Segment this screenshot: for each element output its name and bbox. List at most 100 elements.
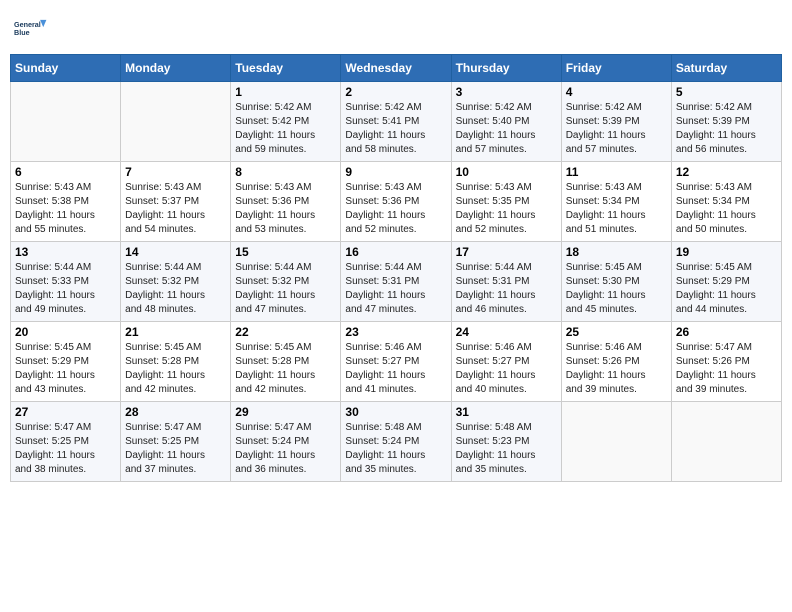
day-info: Sunrise: 5:46 AM Sunset: 5:27 PM Dayligh… xyxy=(345,341,446,397)
day-info: Sunrise: 5:43 AM Sunset: 5:38 PM Dayligh… xyxy=(15,181,116,237)
day-info: Sunrise: 5:47 AM Sunset: 5:25 PM Dayligh… xyxy=(125,421,226,477)
calendar-body: 1Sunrise: 5:42 AM Sunset: 5:42 PM Daylig… xyxy=(11,82,782,482)
day-info: Sunrise: 5:44 AM Sunset: 5:31 PM Dayligh… xyxy=(345,261,446,317)
calendar-cell: 30 Sunrise: 5:48 AM Sunset: 5:24 PM Dayli… xyxy=(341,402,451,482)
day-info: Sunrise: 5:44 AM Sunset: 5:32 PM Dayligh… xyxy=(235,261,336,317)
calendar-header: SundayMondayTuesdayWednesdayThursdayFrid… xyxy=(11,55,782,82)
day-number: 20 xyxy=(15,325,116,339)
svg-text:General: General xyxy=(14,20,41,29)
day-number: 14 xyxy=(125,245,226,259)
calendar-cell xyxy=(121,82,231,162)
day-number: 6 xyxy=(15,165,116,179)
day-info: Sunrise: 5:43 AM Sunset: 5:35 PM Dayligh… xyxy=(456,181,557,237)
day-number: 5 xyxy=(676,85,777,99)
day-number: 26 xyxy=(676,325,777,339)
day-number: 24 xyxy=(456,325,557,339)
day-info: Sunrise: 5:43 AM Sunset: 5:36 PM Dayligh… xyxy=(345,181,446,237)
calendar-cell: 7Sunrise: 5:43 AM Sunset: 5:37 PM Daylig… xyxy=(121,162,231,242)
day-info: Sunrise: 5:46 AM Sunset: 5:27 PM Dayligh… xyxy=(456,341,557,397)
calendar-cell: 6 Sunrise: 5:43 AM Sunset: 5:38 PM Daylig… xyxy=(11,162,121,242)
calendar-cell: 5Sunrise: 5:42 AM Sunset: 5:39 PM Daylig… xyxy=(671,82,781,162)
day-number: 13 xyxy=(15,245,116,259)
page-header: GeneralBlue xyxy=(10,10,782,46)
day-number: 10 xyxy=(456,165,557,179)
day-number: 23 xyxy=(345,325,446,339)
day-info: Sunrise: 5:45 AM Sunset: 5:28 PM Dayligh… xyxy=(125,341,226,397)
calendar-cell: 23 Sunrise: 5:46 AM Sunset: 5:27 PM Dayli… xyxy=(341,322,451,402)
day-number: 25 xyxy=(566,325,667,339)
day-number: 16 xyxy=(345,245,446,259)
day-info: Sunrise: 5:48 AM Sunset: 5:23 PM Dayligh… xyxy=(456,421,557,477)
day-number: 8 xyxy=(235,165,336,179)
header-tuesday: Tuesday xyxy=(231,55,341,82)
calendar-cell: 27 Sunrise: 5:47 AM Sunset: 5:25 PM Dayli… xyxy=(11,402,121,482)
header-friday: Friday xyxy=(561,55,671,82)
calendar-cell xyxy=(11,82,121,162)
day-info: Sunrise: 5:42 AM Sunset: 5:42 PM Dayligh… xyxy=(235,101,336,157)
week-row-3: 13 Sunrise: 5:44 AM Sunset: 5:33 PM Dayli… xyxy=(11,242,782,322)
day-number: 27 xyxy=(15,405,116,419)
day-info: Sunrise: 5:47 AM Sunset: 5:25 PM Dayligh… xyxy=(15,421,116,477)
calendar-cell: 12Sunrise: 5:43 AM Sunset: 5:34 PM Dayli… xyxy=(671,162,781,242)
day-info: Sunrise: 5:47 AM Sunset: 5:26 PM Dayligh… xyxy=(676,341,777,397)
calendar-cell: 29 Sunrise: 5:47 AM Sunset: 5:24 PM Dayli… xyxy=(231,402,341,482)
day-info: Sunrise: 5:43 AM Sunset: 5:36 PM Dayligh… xyxy=(235,181,336,237)
logo-icon: GeneralBlue xyxy=(14,10,50,46)
calendar-cell: 21 Sunrise: 5:45 AM Sunset: 5:28 PM Dayli… xyxy=(121,322,231,402)
day-info: Sunrise: 5:44 AM Sunset: 5:32 PM Dayligh… xyxy=(125,261,226,317)
day-info: Sunrise: 5:44 AM Sunset: 5:33 PM Dayligh… xyxy=(15,261,116,317)
week-row-5: 27 Sunrise: 5:47 AM Sunset: 5:25 PM Dayli… xyxy=(11,402,782,482)
day-number: 21 xyxy=(125,325,226,339)
day-info: Sunrise: 5:46 AM Sunset: 5:26 PM Dayligh… xyxy=(566,341,667,397)
logo: GeneralBlue xyxy=(14,10,54,46)
calendar-cell: 22Sunrise: 5:45 AM Sunset: 5:28 PM Dayli… xyxy=(231,322,341,402)
calendar-cell: 2Sunrise: 5:42 AM Sunset: 5:41 PM Daylig… xyxy=(341,82,451,162)
calendar-cell: 28 Sunrise: 5:47 AM Sunset: 5:25 PM Dayli… xyxy=(121,402,231,482)
day-number: 18 xyxy=(566,245,667,259)
calendar-table: SundayMondayTuesdayWednesdayThursdayFrid… xyxy=(10,54,782,482)
week-row-2: 6 Sunrise: 5:43 AM Sunset: 5:38 PM Daylig… xyxy=(11,162,782,242)
day-info: Sunrise: 5:45 AM Sunset: 5:29 PM Dayligh… xyxy=(676,261,777,317)
day-number: 31 xyxy=(456,405,557,419)
day-info: Sunrise: 5:48 AM Sunset: 5:24 PM Dayligh… xyxy=(345,421,446,477)
day-info: Sunrise: 5:47 AM Sunset: 5:24 PM Dayligh… xyxy=(235,421,336,477)
day-number: 15 xyxy=(235,245,336,259)
day-number: 3 xyxy=(456,85,557,99)
calendar-cell: 10 Sunrise: 5:43 AM Sunset: 5:35 PM Dayli… xyxy=(451,162,561,242)
calendar-cell: 18 Sunrise: 5:45 AM Sunset: 5:30 PM Dayli… xyxy=(561,242,671,322)
day-number: 4 xyxy=(566,85,667,99)
day-number: 19 xyxy=(676,245,777,259)
day-info: Sunrise: 5:45 AM Sunset: 5:30 PM Dayligh… xyxy=(566,261,667,317)
day-info: Sunrise: 5:42 AM Sunset: 5:39 PM Dayligh… xyxy=(566,101,667,157)
calendar-cell: 14 Sunrise: 5:44 AM Sunset: 5:32 PM Dayli… xyxy=(121,242,231,322)
day-info: Sunrise: 5:42 AM Sunset: 5:40 PM Dayligh… xyxy=(456,101,557,157)
calendar-cell: 26 Sunrise: 5:47 AM Sunset: 5:26 PM Dayli… xyxy=(671,322,781,402)
calendar-cell: 13 Sunrise: 5:44 AM Sunset: 5:33 PM Dayli… xyxy=(11,242,121,322)
calendar-cell: 20 Sunrise: 5:45 AM Sunset: 5:29 PM Dayli… xyxy=(11,322,121,402)
day-info: Sunrise: 5:45 AM Sunset: 5:29 PM Dayligh… xyxy=(15,341,116,397)
day-number: 17 xyxy=(456,245,557,259)
calendar-cell: 3 Sunrise: 5:42 AM Sunset: 5:40 PM Daylig… xyxy=(451,82,561,162)
calendar-cell xyxy=(561,402,671,482)
day-info: Sunrise: 5:44 AM Sunset: 5:31 PM Dayligh… xyxy=(456,261,557,317)
calendar-cell: 25 Sunrise: 5:46 AM Sunset: 5:26 PM Dayli… xyxy=(561,322,671,402)
day-number: 30 xyxy=(345,405,446,419)
days-of-week-row: SundayMondayTuesdayWednesdayThursdayFrid… xyxy=(11,55,782,82)
calendar-cell: 9 Sunrise: 5:43 AM Sunset: 5:36 PM Daylig… xyxy=(341,162,451,242)
header-wednesday: Wednesday xyxy=(341,55,451,82)
day-number: 29 xyxy=(235,405,336,419)
header-sunday: Sunday xyxy=(11,55,121,82)
day-info: Sunrise: 5:43 AM Sunset: 5:37 PM Dayligh… xyxy=(125,181,226,237)
calendar-cell: 31 Sunrise: 5:48 AM Sunset: 5:23 PM Dayli… xyxy=(451,402,561,482)
week-row-4: 20 Sunrise: 5:45 AM Sunset: 5:29 PM Dayli… xyxy=(11,322,782,402)
day-info: Sunrise: 5:45 AM Sunset: 5:28 PM Dayligh… xyxy=(235,341,336,397)
day-info: Sunrise: 5:42 AM Sunset: 5:41 PM Dayligh… xyxy=(345,101,446,157)
day-number: 9 xyxy=(345,165,446,179)
day-number: 28 xyxy=(125,405,226,419)
day-info: Sunrise: 5:43 AM Sunset: 5:34 PM Dayligh… xyxy=(566,181,667,237)
calendar-cell: 24 Sunrise: 5:46 AM Sunset: 5:27 PM Dayli… xyxy=(451,322,561,402)
calendar-cell: 8 Sunrise: 5:43 AM Sunset: 5:36 PM Daylig… xyxy=(231,162,341,242)
calendar-cell: 17 Sunrise: 5:44 AM Sunset: 5:31 PM Dayli… xyxy=(451,242,561,322)
calendar-cell: 1Sunrise: 5:42 AM Sunset: 5:42 PM Daylig… xyxy=(231,82,341,162)
svg-text:Blue: Blue xyxy=(14,28,30,37)
